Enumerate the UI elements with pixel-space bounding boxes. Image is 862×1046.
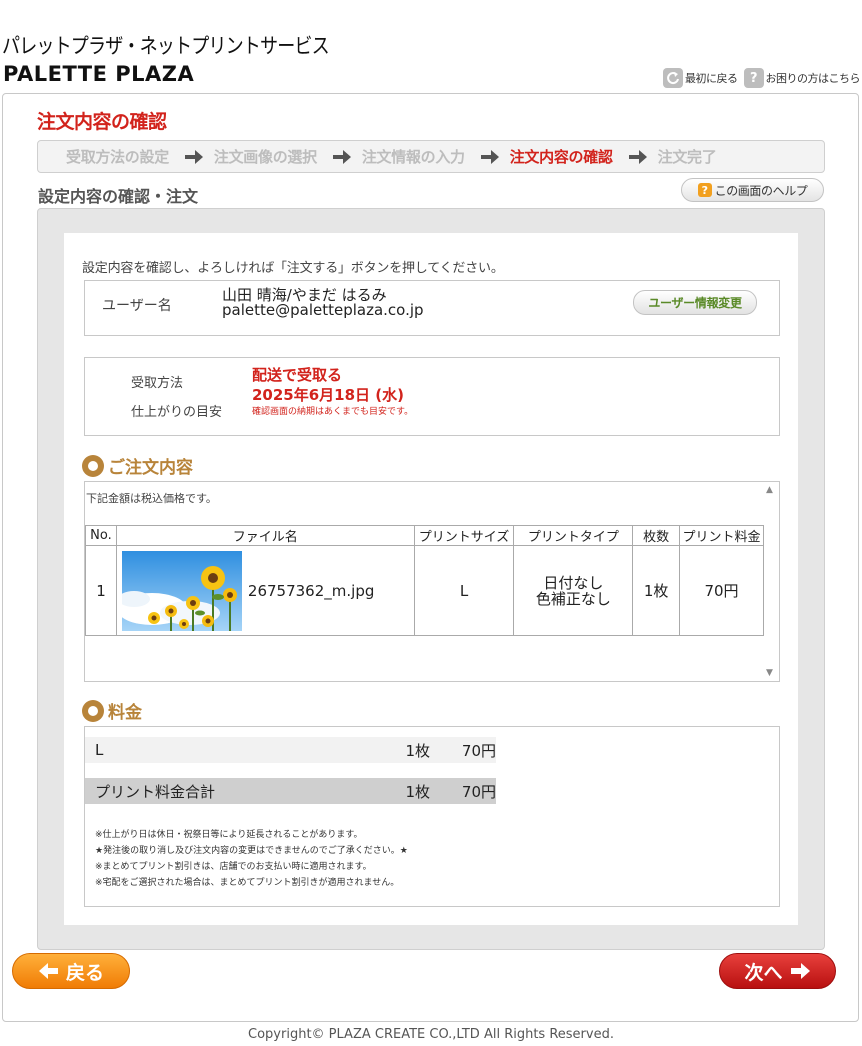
help-link[interactable]: ? お困りの方はこちら (743, 68, 861, 88)
receive-method-value: 配送で受取る (252, 366, 343, 384)
col-print-size: プリントサイズ (413, 525, 515, 546)
fee-total-qty: 1枚 (405, 782, 430, 801)
row-print-type-date: 日付なし (543, 573, 604, 592)
row-price: 70円 (679, 545, 764, 636)
copyright: Copyright© PLAZA CREATE CO.,LTD All Righ… (248, 1027, 614, 1042)
col-filename: ファイル名 (115, 525, 415, 546)
user-email-value: palette@paletteplaza.co.jp (222, 301, 424, 319)
order-table: No. ファイル名 プリントサイズ プリントタイプ 枚数 プリント料金 1 26… (85, 525, 764, 636)
col-quantity: 枚数 (632, 525, 681, 546)
row-filename: 26757362_m.jpg (247, 581, 375, 600)
step-4-current: 注文内容の確認 (509, 148, 613, 166)
help-link-label: お困りの方はこちら (765, 72, 861, 85)
step-1: 受取方法の設定 (66, 148, 169, 166)
help-icon: ? (697, 183, 712, 197)
arrow-right-icon (790, 963, 810, 979)
fee-total-name: プリント料金合計 (95, 782, 216, 801)
fee-total-price: 70円 (461, 782, 496, 801)
order-heading-label: ご注文内容 (108, 458, 193, 478)
page-title: 注文内容の確認 (37, 111, 167, 133)
step-2: 注文画像の選択 (213, 148, 317, 166)
instruction-text: 設定内容を確認し、よろしければ「注文する」ボタンを押してください。 (82, 261, 504, 276)
progress-steps: 受取方法の設定 注文画像の選択 注文情報の入力 注文内容の確認 注文完了 (37, 140, 825, 173)
step-arrow-icon (332, 149, 351, 164)
fee-row: L 1枚 70円 (85, 737, 496, 763)
row-print-size: L (413, 545, 515, 636)
help-icon: ? (743, 68, 764, 88)
row-file: 26757362_m.jpg (115, 545, 415, 636)
row-quantity: 1枚 (632, 545, 681, 636)
screen-help-label: この画面のヘルプ (714, 183, 808, 198)
header-links: 最初に戻る ? お困りの方はこちら (663, 68, 860, 88)
table-row: 1 26757362_m.jpg L 日付なし 色補正なし 1枚 70円 (85, 545, 764, 636)
scroll-up-arrow-icon[interactable]: ▲ (766, 485, 773, 495)
screen-help-button[interactable]: ? この画面のヘルプ (681, 178, 824, 202)
section-bullet-icon (82, 699, 104, 722)
step-arrow-icon (184, 149, 203, 164)
fee-total-row: プリント料金合計 1枚 70円 (85, 778, 496, 804)
receive-method-label: 受取方法 (131, 376, 184, 391)
fee-heading: 料金 (82, 698, 142, 723)
fee-note: ※宅配をご選択された場合は、まとめてプリント割引きが適用されません。 (95, 878, 400, 888)
col-price: プリント料金 (679, 525, 764, 546)
back-button-label: 戻る (65, 961, 104, 984)
col-no: No. (85, 525, 117, 546)
home-icon (663, 68, 683, 88)
fee-item-price: 70円 (461, 741, 496, 760)
back-to-start-link[interactable]: 最初に戻る (663, 68, 738, 88)
fee-heading-label: 料金 (108, 703, 142, 723)
brand-name-japanese: パレットプラザ・ネットプリントサービス (2, 34, 330, 58)
row-print-type-color: 色補正なし (535, 589, 611, 608)
section-bullet-icon (82, 454, 104, 477)
arrow-left-icon (38, 963, 58, 979)
next-button-label: 次へ (744, 961, 783, 984)
back-button[interactable]: 戻る (12, 953, 130, 989)
tax-note: 下記金額は税込価格です。 (86, 492, 217, 505)
step-5: 注文完了 (657, 148, 717, 166)
fee-item-name: L (95, 741, 104, 759)
fee-note: ★発注後の取り消し及び注文内容の変更はできませんのでご了承ください。★ (95, 846, 408, 856)
next-button[interactable]: 次へ (719, 953, 836, 989)
photo-thumbnail[interactable] (121, 550, 242, 631)
change-user-info-button[interactable]: ユーザー情報変更 (633, 290, 757, 315)
brand-logo[interactable]: PALETTE PLAZA (3, 62, 194, 86)
back-to-start-label: 最初に戻る (685, 72, 738, 85)
row-no: 1 (85, 545, 117, 636)
fee-item-qty: 1枚 (405, 741, 430, 760)
col-print-type: プリントタイプ (513, 525, 634, 546)
step-3: 注文情報の入力 (361, 148, 465, 166)
order-heading: ご注文内容 (82, 453, 193, 478)
scroll-down-arrow-icon[interactable]: ▼ (766, 668, 773, 678)
fee-notes: ※仕上がり日は休日・祝祭日等により延長されることがあります。 ★発注後の取り消し… (95, 827, 408, 891)
fee-note: ※まとめてプリント割引きは、店舗でのお支払い時に適用されます。 (95, 862, 372, 872)
due-date-note: 確認画面の納期はあくまでも目安です。 (252, 407, 414, 417)
step-arrow-icon (480, 149, 499, 164)
due-date-value: 2025年6月18日 (水) (252, 386, 404, 404)
fee-note: ※仕上がり日は休日・祝祭日等により延長されることがあります。 (95, 830, 363, 840)
section-title: 設定内容の確認・注文 (38, 187, 199, 206)
receive-info-box (84, 357, 780, 436)
order-table-header: No. ファイル名 プリントサイズ プリントタイプ 枚数 プリント料金 (85, 525, 764, 546)
user-name-label: ユーザー名 (102, 298, 172, 314)
row-print-type: 日付なし 色補正なし (513, 545, 634, 636)
step-arrow-icon (628, 149, 647, 164)
due-date-label: 仕上がりの目安 (131, 405, 223, 420)
